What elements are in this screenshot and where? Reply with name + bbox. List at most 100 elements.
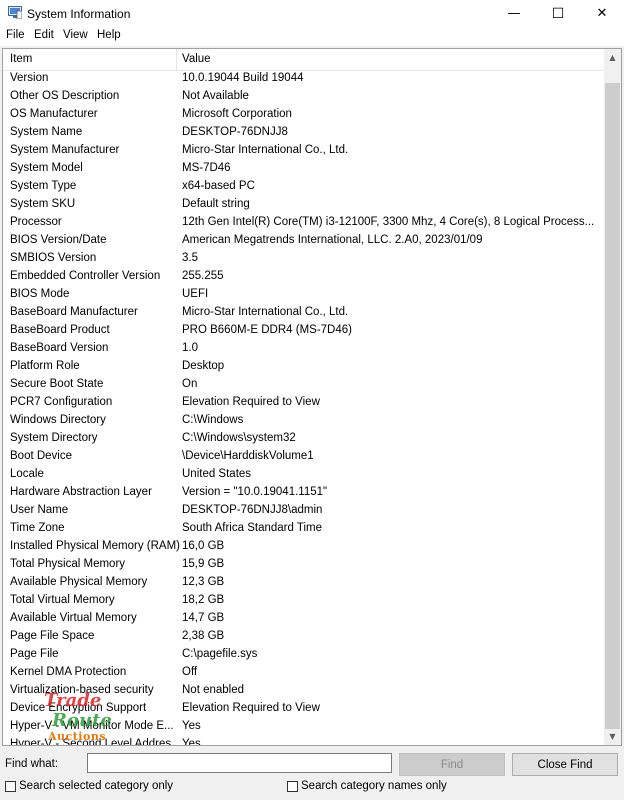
row-item-value: 10.0.19044 Build 19044 [182,72,304,84]
list-row[interactable]: Hyper-V - Second Level Addres... Yes [3,736,605,746]
scrollbar-thumb[interactable] [605,83,620,729]
search-category-names-checkbox[interactable]: Search category names only [287,780,447,792]
row-item-name: PCR7 Configuration [10,396,113,408]
list-header: Item Value [3,49,605,71]
row-item-name: Secure Boot State [10,378,104,390]
row-item-value: DESKTOP-76DNJJ8 [182,126,288,138]
list-row[interactable]: BaseBoard Version 1.0 [3,340,605,358]
row-item-value: 12th Gen Intel(R) Core(TM) i3-12100F, 33… [182,216,595,228]
row-item-value: On [182,378,198,390]
row-item-value: 3.5 [182,252,198,264]
row-item-name: Device Encryption Support [10,702,147,714]
column-header-value[interactable]: Value [182,53,211,65]
row-item-name: Available Physical Memory [10,576,148,588]
column-divider[interactable] [176,49,177,70]
list-row[interactable]: BIOS Version/Date American Megatrends Int… [3,232,605,250]
row-item-name: Installed Physical Memory (RAM) [10,540,180,552]
list-row[interactable]: Windows Directory C:\Windows [3,412,605,430]
list-row[interactable]: Other OS Description Not Available [3,88,605,106]
row-item-name: Embedded Controller Version [10,270,161,282]
list-row[interactable]: Total Physical Memory 15,9 GB [3,556,605,574]
list-row[interactable]: System Manufacturer Micro-Star Internatio… [3,142,605,160]
checkbox-box[interactable] [5,780,16,792]
list-row[interactable]: SMBIOS Version 3.5 [3,250,605,268]
list-row[interactable]: System Model MS-7D46 [3,160,605,178]
list-row[interactable]: Total Virtual Memory 18,2 GB [3,592,605,610]
row-item-name: Virtualization-based security [10,684,154,696]
list-row[interactable]: BaseBoard Manufacturer Micro-Star Interna… [3,304,605,322]
list-row[interactable]: Kernel DMA Protection Off [3,664,605,682]
row-item-name: User Name [10,504,69,516]
menu-view[interactable]: View [63,29,88,41]
row-item-name: BaseBoard Manufacturer [10,306,138,318]
list-row[interactable]: Page File Space 2,38 GB [3,628,605,646]
list-row[interactable]: Hyper-V - VM Monitor Mode E... Yes [3,718,605,736]
find-what-label: Find what: [5,758,59,770]
list-row[interactable]: Platform Role Desktop [3,358,605,376]
maximize-icon: ☐ [551,5,565,22]
row-item-name: Hyper-V - VM Monitor Mode E... [10,720,174,732]
search-selected-category-checkbox[interactable]: Search selected category only [5,780,173,792]
menu-help[interactable]: Help [97,29,121,41]
row-item-value: UEFI [182,288,209,300]
row-item-name: Kernel DMA Protection [10,666,127,678]
list-row[interactable]: System SKU Default string [3,196,605,214]
scroll-down-arrow-icon[interactable]: ▼ [604,728,621,745]
row-item-name: Processor [10,216,62,228]
list-row[interactable]: Processor 12th Gen Intel(R) Core(TM) i3-1… [3,214,605,232]
list-row[interactable]: Installed Physical Memory (RAM) 16,0 GB [3,538,605,556]
menu-edit[interactable]: Edit [34,29,54,41]
row-item-name: Other OS Description [10,90,120,102]
title-bar: System Information — ☐ ✕ [0,0,624,27]
list-row[interactable]: System Directory C:\Windows\system32 [3,430,605,448]
row-item-value: x64-based PC [182,180,255,192]
list-row[interactable]: Time Zone South Africa Standard Time [3,520,605,538]
row-item-value: 255.255 [182,270,224,282]
row-item-value: 15,9 GB [182,558,225,570]
system-summary-list[interactable]: Item Value Version 10.0.19044 Build 19044… [2,48,622,746]
close-button[interactable]: ✕ [580,0,624,27]
maximize-button[interactable]: ☐ [536,0,580,27]
list-row[interactable]: PCR7 Configuration Elevation Required to … [3,394,605,412]
list-row[interactable]: System Type x64-based PC [3,178,605,196]
list-row[interactable]: System Name DESKTOP-76DNJJ8 [3,124,605,142]
list-row[interactable]: BIOS Mode UEFI [3,286,605,304]
scroll-up-arrow-icon[interactable]: ▲ [604,49,621,66]
row-item-name: System Manufacturer [10,144,120,156]
checkbox-box[interactable] [287,780,298,792]
system-information-icon [8,6,22,19]
row-item-value: Yes [182,720,201,732]
row-item-name: Boot Device [10,450,73,462]
row-item-name: System SKU [10,198,76,210]
list-row[interactable]: Virtualization-based security Not enabled [3,682,605,700]
row-item-name: Total Physical Memory [10,558,126,570]
column-header-item[interactable]: Item [10,53,32,65]
list-row[interactable]: User Name DESKTOP-76DNJJ8\admin [3,502,605,520]
find-button[interactable]: Find [399,753,505,776]
list-row[interactable]: Secure Boot State On [3,376,605,394]
list-row[interactable]: OS Manufacturer Microsoft Corporation [3,106,605,124]
vertical-scrollbar[interactable]: ▲ ▼ [604,49,621,745]
list-row[interactable]: Available Virtual Memory 14,7 GB [3,610,605,628]
list-row[interactable]: Available Physical Memory 12,3 GB [3,574,605,592]
list-row[interactable]: BaseBoard Product PRO B660M-E DDR4 (MS-7D… [3,322,605,340]
list-row[interactable]: Page File C:\pagefile.sys [3,646,605,664]
close-find-button[interactable]: Close Find [512,753,618,776]
list-row[interactable]: Version 10.0.19044 Build 19044 [3,70,605,88]
row-item-value: American Megatrends International, LLC. … [182,234,483,246]
minimize-button[interactable]: — [492,0,536,27]
list-row[interactable]: Embedded Controller Version 255.255 [3,268,605,286]
list-rows: Version 10.0.19044 Build 19044 Other OS De… [3,70,605,746]
menu-file[interactable]: File [6,29,25,41]
list-row[interactable]: Boot Device \Device\HarddiskVolume1 [3,448,605,466]
list-row[interactable]: Locale United States [3,466,605,484]
list-row[interactable]: Device Encryption Support Elevation Requi… [3,700,605,718]
row-item-name: Time Zone [10,522,65,534]
list-row[interactable]: Hardware Abstraction Layer Version = "10.… [3,484,605,502]
find-input[interactable] [87,753,392,773]
row-item-name: Windows Directory [10,414,106,426]
row-item-name: Page File Space [10,630,95,642]
row-item-name: Hyper-V - Second Level Addres... [10,738,181,746]
row-item-name: System Name [10,126,83,138]
row-item-value: Microsoft Corporation [182,108,292,120]
